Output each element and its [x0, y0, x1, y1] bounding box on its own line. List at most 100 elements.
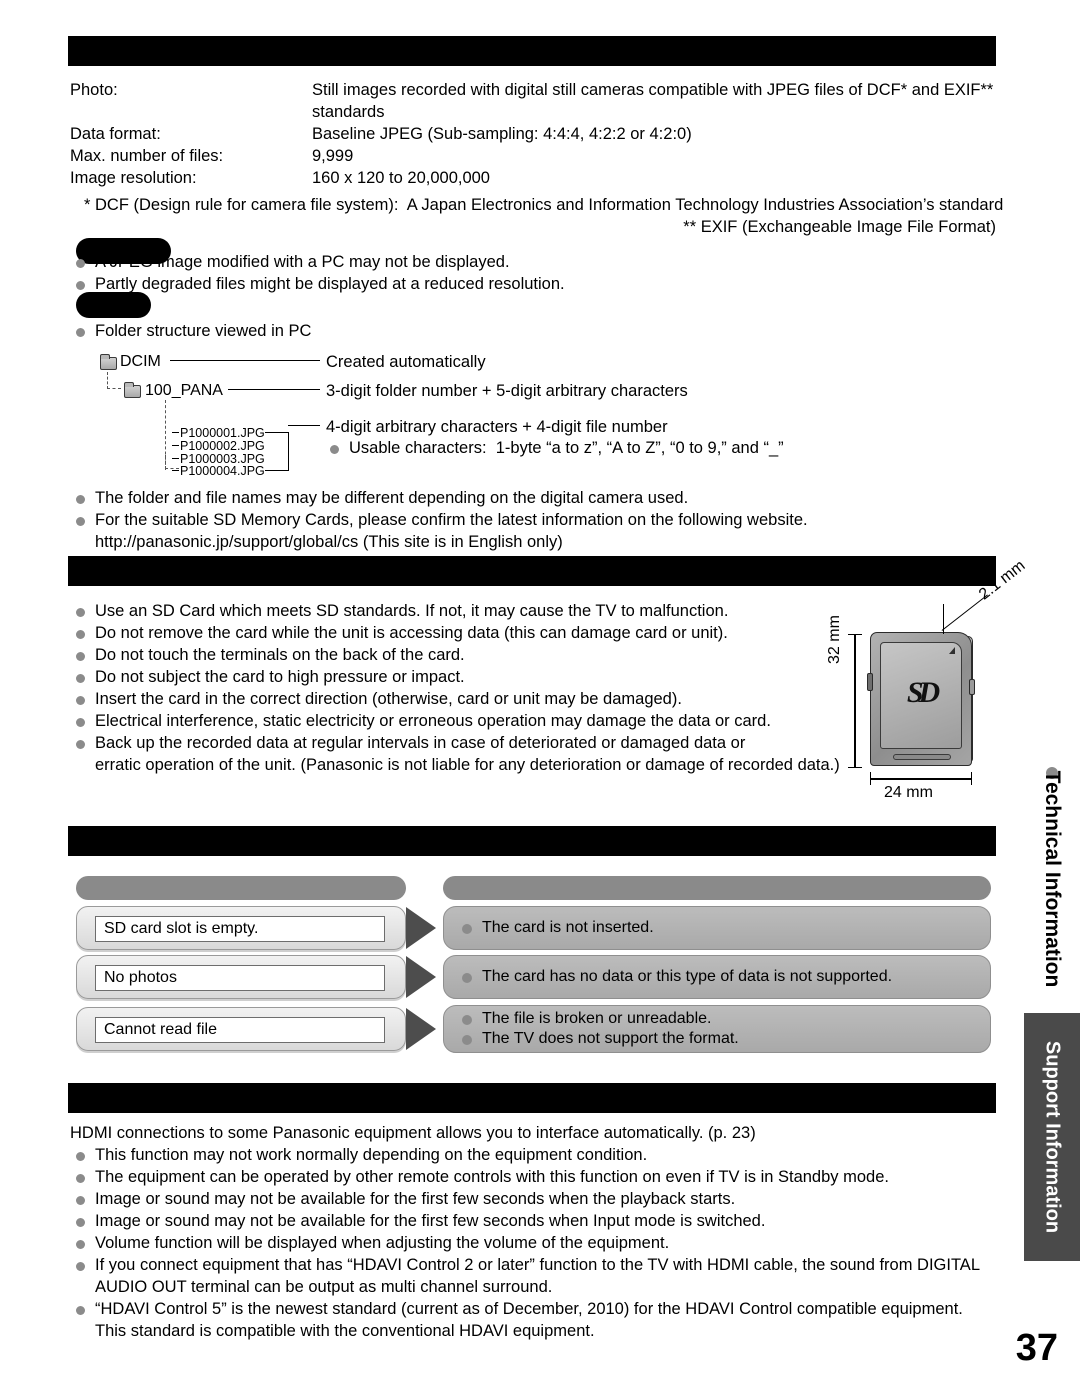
note-bullet-1: A JPEG image modified with a PC may not …	[95, 253, 510, 271]
tree-file-2: P1000002.JPG	[180, 439, 265, 453]
tree-root-note: Created automatically	[326, 353, 486, 371]
message-box: No photos	[76, 955, 406, 999]
row-arrow-icon	[406, 956, 436, 998]
caution-bullet-3: Do not touch the terminals on the back o…	[95, 646, 465, 664]
tree-files-note: 4-digit arbitrary characters + 4-digit f…	[326, 418, 668, 436]
caution-bullet-2: Do not remove the card while the unit is…	[95, 624, 728, 642]
width-dim-cap-left	[870, 772, 872, 785]
bullet-icon	[76, 1218, 85, 1227]
spec-value-photo: Still images recorded with digital still…	[312, 81, 994, 99]
spec-value-photo-cont: standards	[312, 103, 385, 121]
caution-bullet-4: Do not subject the card to high pressure…	[95, 668, 465, 686]
side-tab-technical-label: Technical Information	[1041, 770, 1064, 988]
bullet-icon	[462, 973, 472, 983]
hdmi-bullet-7: “HDAVI Control 5” is the newest standard…	[95, 1300, 963, 1318]
tree-bracket-bottom	[265, 470, 289, 471]
hdmi-bullet-5: Volume function will be displayed when a…	[95, 1234, 670, 1252]
messages-column-header-cause	[443, 876, 991, 900]
manual-page: Photo: Still images recorded with digita…	[0, 0, 1080, 1388]
bullet-icon	[76, 328, 85, 337]
caution-bullet-1: Use an SD Card which meets SD standards.…	[95, 602, 729, 620]
spec-value-max-files: 9,999	[312, 147, 354, 165]
bullet-icon	[76, 652, 85, 661]
tree-connector-line	[170, 360, 320, 361]
spec-value-data-format: Baseline JPEG (Sub-sampling: 4:4:4, 4:2:…	[312, 125, 692, 143]
tree-bracket-top	[265, 432, 289, 433]
bullet-icon	[462, 1035, 472, 1045]
bullet-icon	[76, 630, 85, 639]
tree-file-tick	[172, 432, 179, 433]
tree-root-name: DCIM	[120, 353, 161, 370]
bullet-icon	[76, 1240, 85, 1249]
sd-card-write-protect-tab	[867, 673, 873, 691]
width-dim-cap-right	[971, 772, 973, 785]
sd-width-label: 24 mm	[884, 784, 933, 801]
sd-card-corner-mark	[949, 647, 955, 654]
footnote-dcf: * DCF (Design rule for camera file syste…	[84, 196, 1004, 214]
bullet-icon	[76, 495, 85, 504]
caution-bullet-6: Electrical interference, static electric…	[95, 712, 771, 730]
row-arrow-icon	[406, 907, 436, 949]
folder-intro: Folder structure viewed in PC	[95, 322, 312, 340]
spec-value-image-resolution: 160 x 120 to 20,000,000	[312, 169, 490, 187]
folder-bullet-2: For the suitable SD Memory Cards, please…	[95, 511, 808, 529]
hdmi-intro: HDMI connections to some Panasonic equip…	[70, 1124, 756, 1142]
cause-text: The file is broken or unreadable.	[482, 1010, 712, 1027]
section-header-photo-format	[68, 36, 996, 66]
tree-bracket-vertical	[288, 432, 289, 471]
tree-child-name: 100_PANA	[145, 382, 223, 399]
side-tab-technical-information[interactable]: Technical Information	[1024, 745, 1080, 1013]
hdmi-bullet-6: If you connect equipment that has “HDAVI…	[95, 1256, 980, 1274]
bullet-icon	[76, 517, 85, 526]
height-dim-cap-bottom	[848, 767, 862, 769]
bullet-icon	[76, 281, 85, 290]
hdmi-bullet-7-cont: This standard is compatible with the con…	[95, 1322, 595, 1340]
section-header-card-caution	[68, 556, 996, 586]
message-text: Cannot read file	[104, 1021, 217, 1038]
width-dim-line	[870, 778, 972, 780]
folder-icon	[100, 354, 117, 370]
hdmi-bullet-3: Image or sound may not be available for …	[95, 1190, 736, 1208]
spec-label-max-files: Max. number of files:	[70, 147, 224, 165]
bullet-icon	[76, 674, 85, 683]
tree-connector-line	[228, 389, 320, 390]
caution-bullet-7: Back up the recorded data at regular int…	[95, 734, 746, 752]
messages-column-header-message	[76, 876, 406, 900]
note-bullet-2: Partly degraded files might be displayed…	[95, 275, 565, 293]
message-text: No photos	[104, 969, 177, 986]
bullet-icon	[462, 1015, 472, 1025]
thickness-leader-line	[941, 594, 989, 632]
tree-file-4: P1000004.JPG	[180, 464, 265, 478]
tree-file-tick	[172, 458, 179, 459]
bullet-icon	[330, 445, 339, 454]
page-number: 37	[1015, 1327, 1058, 1369]
cause-box: The card is not inserted.	[443, 906, 991, 950]
spec-label-image-resolution: Image resolution:	[70, 169, 197, 187]
sd-logo: SD	[906, 676, 940, 710]
folder-website-url[interactable]: http://panasonic.jp/support/global/cs (T…	[95, 531, 563, 553]
bullet-icon	[76, 1152, 85, 1161]
message-field: Cannot read file	[95, 1017, 385, 1043]
sd-card-notch	[969, 679, 975, 695]
message-box: Cannot read file	[76, 1007, 406, 1051]
spec-label-data-format: Data format:	[70, 125, 161, 143]
bullet-icon	[462, 924, 472, 934]
bullet-icon	[76, 1306, 85, 1315]
section-header-messages	[68, 826, 996, 856]
hdmi-bullet-1: This function may not work normally depe…	[95, 1146, 648, 1164]
height-dim-cap-top	[848, 634, 862, 636]
side-tab-support-label: Support Information	[1041, 1040, 1064, 1234]
cause-box: The card has no data or this type of dat…	[443, 955, 991, 999]
folder-pill-label	[76, 292, 151, 318]
message-text: SD card slot is empty.	[104, 920, 259, 937]
footnote-exif: ** EXIF (Exchangeable Image File Format)	[683, 218, 996, 236]
cause-text: The TV does not support the format.	[482, 1030, 739, 1047]
tree-usable-characters: Usable characters: 1-byte “a to z”, “A t…	[349, 439, 784, 457]
bullet-icon	[76, 718, 85, 727]
side-tab-support-information[interactable]: Support Information	[1024, 1013, 1080, 1261]
row-arrow-icon	[406, 1008, 436, 1050]
tree-dashed-elbow	[107, 372, 121, 389]
bullet-icon	[76, 259, 85, 268]
tree-child-note: 3-digit folder number + 5-digit arbitrar…	[326, 382, 688, 400]
message-box: SD card slot is empty.	[76, 906, 406, 950]
